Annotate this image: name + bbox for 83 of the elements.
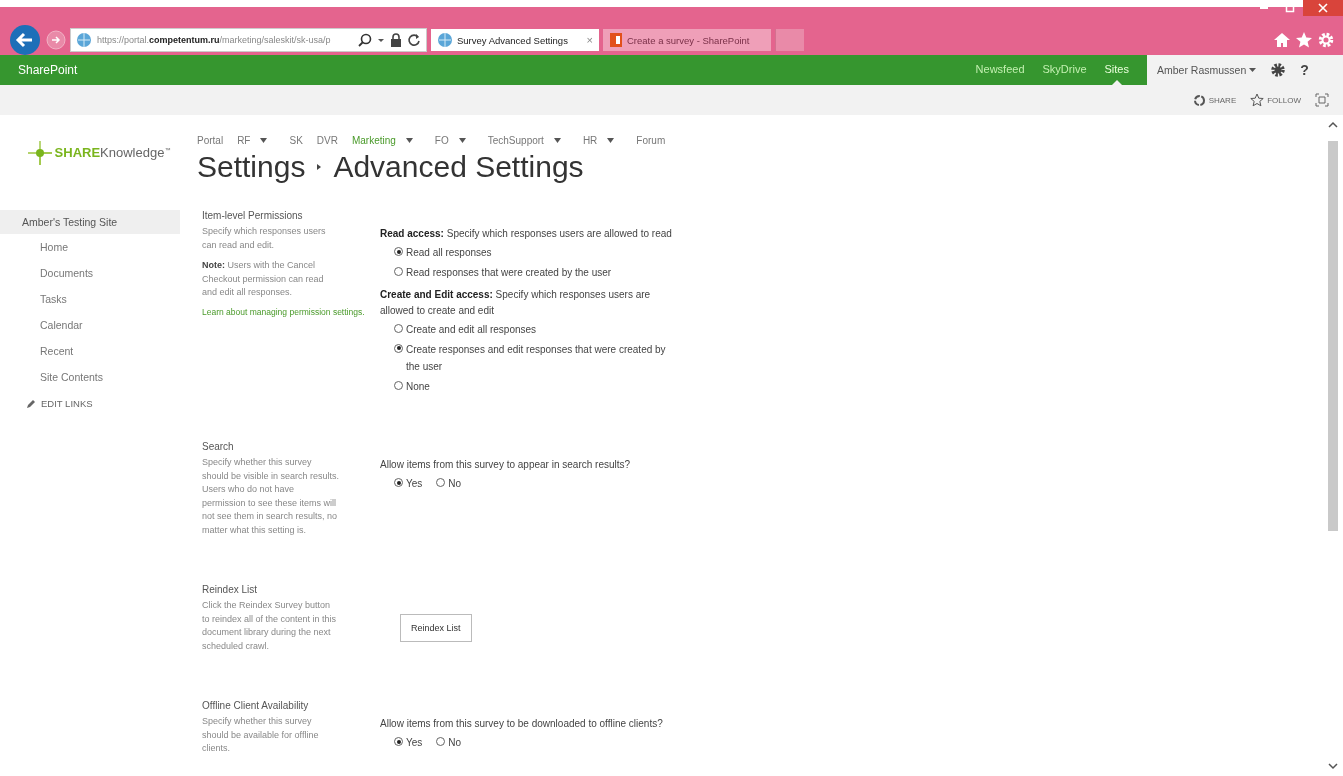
nav-link[interactable]: RF — [237, 135, 251, 146]
browser-tab[interactable]: Survey Advanced Settings × — [431, 29, 599, 51]
logo-icon — [26, 139, 53, 166]
site-link[interactable]: Amber's Testing Site — [0, 210, 180, 234]
close-icon — [1318, 3, 1328, 13]
section-description: Specify whether this survey should be visible in search results. Users who do not have permission to see these items will not see them in search results, no matter what this setting is. — [202, 456, 340, 537]
pencil-icon — [26, 398, 36, 409]
help-button[interactable]: ? — [1300, 62, 1309, 78]
home-icon[interactable] — [1273, 31, 1291, 49]
radio-option[interactable]: None — [394, 377, 680, 395]
breadcrumb-link[interactable]: Settings — [197, 150, 306, 184]
nav-link[interactable]: TechSupport — [487, 135, 544, 146]
caret-icon[interactable] — [607, 137, 615, 144]
globe-icon — [437, 32, 453, 48]
question-label: Allow items from this survey to be downloaded to offline clients? — [380, 717, 664, 731]
star-icon[interactable] — [1295, 31, 1313, 49]
scroll-down-icon[interactable] — [1328, 762, 1338, 770]
refresh-icon[interactable] — [407, 33, 421, 47]
scroll-up-icon[interactable] — [1328, 121, 1338, 129]
section-description: Specify which responses users can read and edit. — [202, 225, 327, 252]
globe-icon — [76, 32, 92, 48]
suite-link[interactable]: Newsfeed — [975, 55, 1025, 85]
radio-option[interactable]: Yes — [394, 734, 423, 752]
minimize-icon — [1260, 7, 1268, 9]
section-description: Note: Users with the Cancel Checkout permission can read and edit all responses. — [202, 259, 325, 299]
follow-button[interactable]: FOLLOW — [1250, 93, 1301, 107]
nav-item[interactable]: Recent — [0, 338, 180, 364]
close-button[interactable] — [1303, 0, 1343, 16]
suite-link[interactable]: Sites — [1104, 55, 1129, 85]
nav-item[interactable]: Home — [0, 234, 180, 260]
nav-link[interactable]: SK — [289, 135, 303, 146]
share-icon — [1192, 93, 1206, 107]
section-description: Click the Reindex Survey button to reindex all of the content in this document library during the next scheduled crawl. — [202, 599, 338, 653]
nav-link[interactable]: Marketing — [351, 135, 396, 146]
edit-links-button[interactable]: EDIT LINKS — [0, 390, 180, 409]
radio-option[interactable]: No — [436, 734, 462, 752]
radio-option[interactable]: Yes — [394, 475, 423, 493]
section-title: Item-level Permissions — [202, 210, 304, 221]
caret-icon[interactable] — [553, 137, 561, 144]
lock-icon — [390, 33, 402, 47]
nav-item[interactable]: Tasks — [0, 286, 180, 312]
radio-option[interactable]: Create and edit all responses — [394, 321, 680, 339]
section-title: Offline Client Availability — [202, 700, 310, 711]
caret-icon[interactable] — [458, 137, 466, 144]
caret-icon[interactable] — [405, 137, 413, 144]
question-label: Create and Edit access: Specify which responses users are allowed to create and edit — [380, 288, 652, 318]
nav-link[interactable]: Portal — [197, 135, 224, 146]
browser-tab[interactable]: Create a survey - SharePoint — [603, 29, 771, 51]
suite-link[interactable]: SkyDrive — [1042, 55, 1087, 85]
caret-icon — [1249, 67, 1257, 73]
question-label: Allow items from this survey to appear in search results? — [380, 458, 632, 472]
section-title: Search — [202, 441, 235, 452]
share-button[interactable]: SHARE — [1192, 93, 1237, 107]
settings-icon[interactable] — [1270, 62, 1287, 78]
close-tab-button[interactable]: × — [586, 34, 593, 46]
section-description: Specify whether this survey should be available for offline clients. — [202, 715, 320, 755]
nav-link[interactable]: HR — [582, 135, 598, 146]
page-title: Advanced Settings — [333, 150, 584, 184]
nav-item[interactable]: Documents — [0, 260, 180, 286]
help-link[interactable]: Learn about managing permission settings. — [202, 306, 380, 317]
radio-option[interactable]: No — [436, 475, 462, 493]
nav-item[interactable]: Calendar — [0, 312, 180, 338]
star-icon — [1250, 93, 1265, 107]
radio-option[interactable]: Read responses that were created by the user — [394, 263, 680, 281]
nav-link[interactable]: FO — [434, 135, 449, 146]
brand-label[interactable]: SharePoint — [18, 63, 78, 77]
user-menu[interactable]: Amber Rasmussen — [1157, 64, 1257, 76]
section-title: Reindex List — [202, 584, 259, 595]
caret-icon[interactable] — [260, 137, 268, 144]
document-icon — [609, 32, 623, 48]
search-icon[interactable] — [358, 33, 372, 47]
radio-option[interactable]: Create responses and edit responses that were created by the user — [394, 340, 680, 376]
nav-link[interactable]: Forum — [636, 135, 666, 146]
logo-text: SHAREKnowledge$^{™}$ — [54, 145, 171, 160]
radio-option[interactable]: Read all responses — [394, 244, 680, 262]
nav-link[interactable]: DVR — [316, 135, 338, 146]
reindex-button[interactable]: Reindex List — [400, 614, 472, 642]
focus-icon[interactable] — [1315, 93, 1329, 107]
nav-item[interactable]: Site Contents — [0, 364, 180, 390]
question-label: Read access: Specify which responses users are allowed to read — [380, 227, 673, 241]
back-button[interactable] — [10, 25, 40, 55]
forward-button[interactable] — [46, 30, 66, 50]
address-bar[interactable]: https://portal.competentum.ru/marketing/saleskit/sk-usa/p — [70, 28, 427, 52]
